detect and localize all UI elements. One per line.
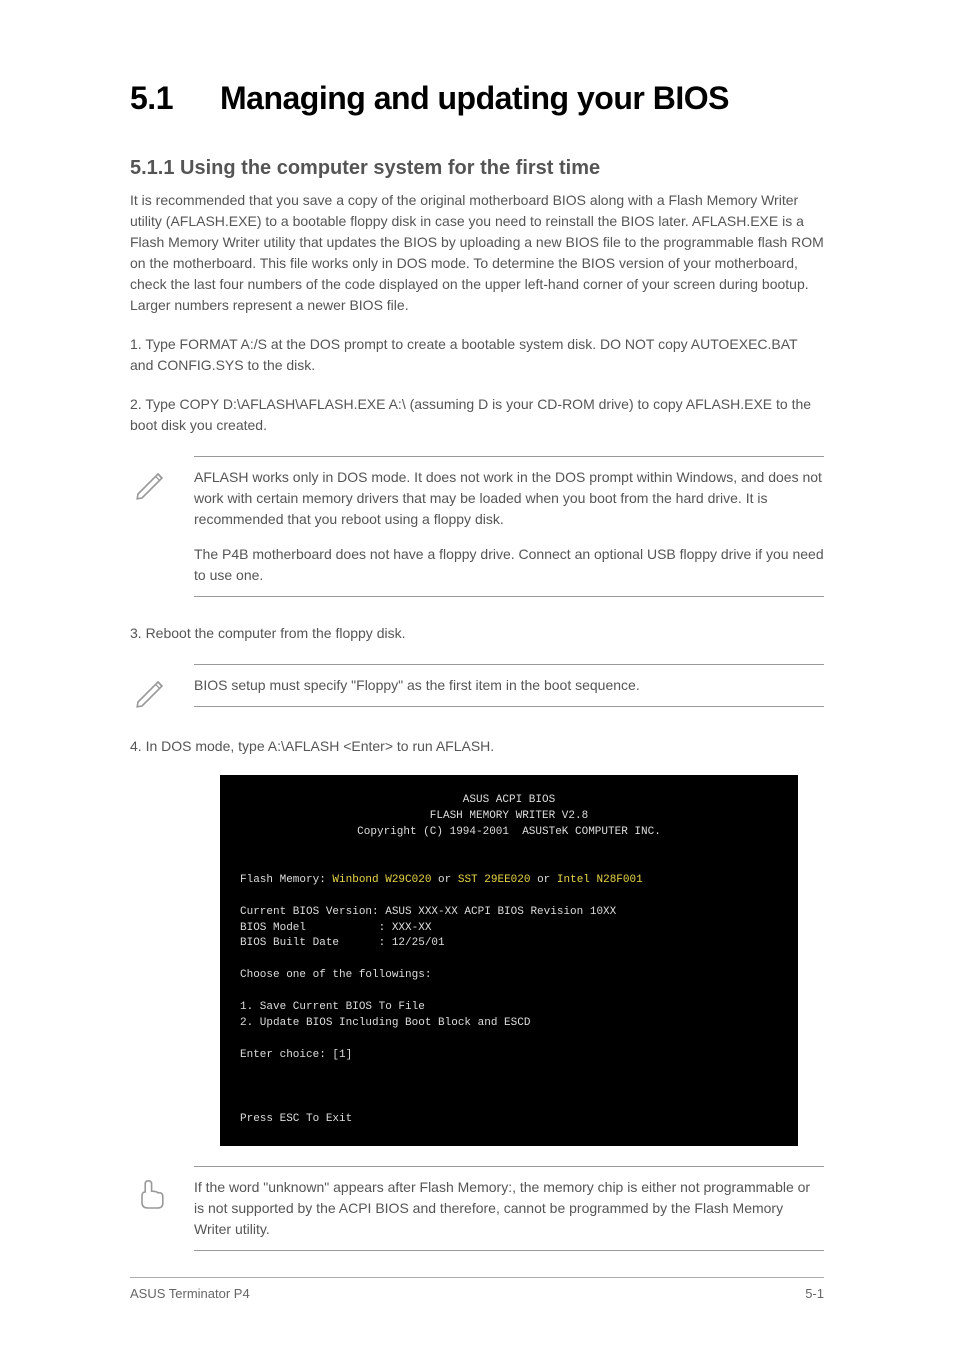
term-flash-chip-3: Intel N28F001 — [557, 874, 643, 886]
hand-point-icon — [130, 1172, 170, 1212]
term-bios-date: BIOS Built Date : 12/25/01 — [240, 937, 445, 949]
term-flash-chip-1: Winbond W29C020 — [332, 874, 431, 886]
note-block-2: BIOS setup must specify "Floppy" as the … — [130, 664, 824, 710]
note-icon — [130, 456, 194, 502]
term-opt-2: 2. Update BIOS Including Boot Block and … — [240, 1017, 530, 1029]
pencil-icon — [130, 462, 170, 502]
term-opt-1: 1. Save Current BIOS To File — [240, 1001, 425, 1013]
step-1: 1. Type FORMAT A:/S at the DOS prompt to… — [130, 334, 824, 376]
term-bios-model: BIOS Model : XXX-XX — [240, 922, 431, 934]
note-icon — [130, 1166, 194, 1212]
step-3: 3. Reboot the computer from the floppy d… — [130, 623, 824, 644]
intro-paragraph: It is recommended that you save a copy o… — [130, 190, 824, 316]
terminal-screenshot: ASUS ACPI BIOSFLASH MEMORY WRITER V2.8Co… — [220, 775, 798, 1146]
section-heading: 5.1Managing and updating your BIOS — [130, 80, 824, 117]
note-3: If the word "unknown" appears after Flas… — [194, 1177, 824, 1240]
page-footer: ASUS Terminator P4 5-1 — [130, 1277, 824, 1301]
footer-product: ASUS Terminator P4 — [130, 1286, 250, 1301]
term-esc: Press ESC To Exit — [240, 1113, 352, 1125]
footer-page-number: 5-1 — [805, 1286, 824, 1301]
term-enter-choice: Enter choice: [1] — [240, 1049, 352, 1061]
section-title: Managing and updating your BIOS — [220, 80, 729, 116]
note-block-3: If the word "unknown" appears after Flas… — [130, 1166, 824, 1251]
note-1a: AFLASH works only in DOS mode. It does n… — [194, 467, 824, 530]
note-block-1: AFLASH works only in DOS mode. It does n… — [130, 456, 824, 597]
note-1b: The P4B motherboard does not have a flop… — [194, 544, 824, 586]
section-number: 5.1 — [130, 80, 220, 117]
step-2: 2. Type COPY D:\AFLASH\AFLASH.EXE A:\ (a… — [130, 394, 824, 436]
note-icon — [130, 664, 194, 710]
term-or-2: or — [530, 874, 556, 886]
term-choose: Choose one of the followings: — [240, 969, 431, 981]
term-or-1: or — [431, 874, 457, 886]
term-flash-label: Flash Memory: — [240, 874, 332, 886]
pencil-icon — [130, 670, 170, 710]
note-2: BIOS setup must specify "Floppy" as the … — [194, 675, 824, 696]
subsection-heading: 5.1.1 Using the computer system for the … — [130, 157, 824, 180]
term-flash-chip-2: SST 29EE020 — [458, 874, 531, 886]
term-header-2: FLASH MEMORY WRITER V2.8 — [240, 809, 778, 825]
term-bios-ver: Current BIOS Version: ASUS XXX-XX ACPI B… — [240, 906, 616, 918]
step-4: 4. In DOS mode, type A:\AFLASH <Enter> t… — [130, 736, 824, 757]
term-header-3: Copyright (C) 1994-2001 ASUSTeK COMPUTER… — [240, 825, 778, 841]
term-header-1: ASUS ACPI BIOS — [240, 793, 778, 809]
